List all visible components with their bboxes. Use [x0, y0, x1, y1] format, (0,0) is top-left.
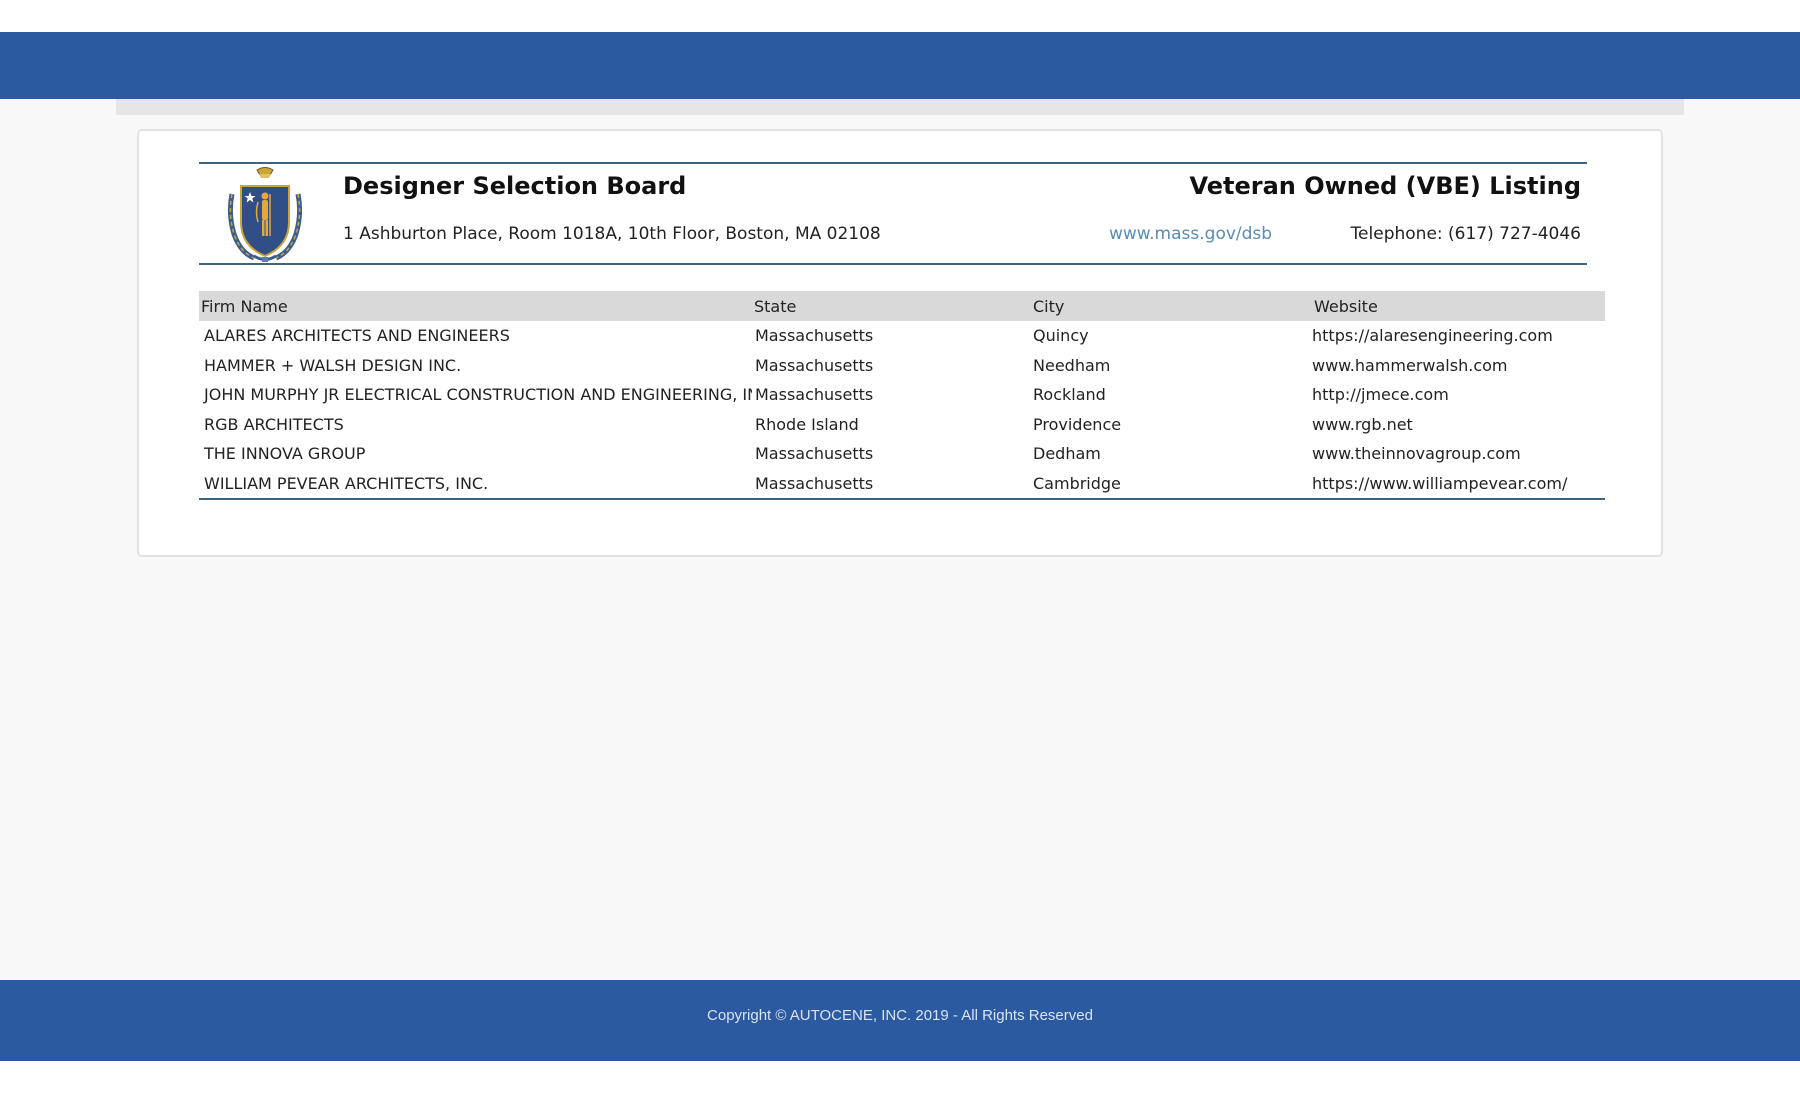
- table-row: ALARES ARCHITECTS AND ENGINEERS Massachu…: [199, 321, 1605, 351]
- table-row: HAMMER + WALSH DESIGN INC. Massachusetts…: [199, 351, 1605, 381]
- table-row: WILLIAM PEVEAR ARCHITECTS, INC. Massachu…: [199, 468, 1605, 500]
- org-title: Designer Selection Board: [343, 172, 687, 200]
- firm-name-cell: HAMMER + WALSH DESIGN INC.: [204, 355, 462, 375]
- city-cell: Quincy: [1033, 326, 1089, 346]
- website-cell: www.hammerwalsh.com: [1312, 355, 1508, 375]
- report-header: Designer Selection Board Veteran Owned (…: [199, 162, 1587, 265]
- state-cell: Massachusetts: [755, 355, 874, 375]
- copyright-text: Copyright © AUTOCENE, INC. 2019 - All Ri…: [707, 1007, 1093, 1024]
- website-cell: https://www.williampevear.com/: [1309, 468, 1605, 500]
- top-margin: [0, 0, 1800, 32]
- state-cell: Massachusetts: [755, 326, 874, 346]
- address: 1 Ashburton Place, Room 1018A, 10th Floo…: [343, 224, 881, 244]
- city-cell: Rockland: [1033, 385, 1106, 405]
- firm-name-cell: WILLIAM PEVEAR ARCHITECTS, INC.: [199, 468, 752, 500]
- website-cell: www.rgb.net: [1312, 414, 1413, 434]
- state-cell: Rhode Island: [755, 414, 859, 434]
- column-header-website: Website: [1309, 291, 1605, 321]
- column-header-state: State: [752, 291, 1030, 321]
- website-cell: http://jmece.com: [1312, 385, 1449, 405]
- website-cell: www.theinnovagroup.com: [1312, 444, 1521, 464]
- state-cell: Massachusetts: [752, 468, 1030, 500]
- website-cell: https://alaresengineering.com: [1312, 326, 1553, 346]
- table-row: JOHN MURPHY JR ELECTRICAL CONSTRUCTION A…: [199, 380, 1605, 410]
- header-underline-strip: [116, 99, 1684, 115]
- column-header-firm-name: Firm Name: [199, 291, 752, 321]
- bottom-margin: [0, 1061, 1800, 1093]
- state-cell: Massachusetts: [755, 444, 874, 464]
- massachusetts-seal-icon: [227, 167, 303, 262]
- vbe-listing-table: Firm Name State City Website ALARES ARCH…: [199, 291, 1605, 500]
- footer-bar: Copyright © AUTOCENE, INC. 2019 - All Ri…: [0, 980, 1800, 1061]
- table-row: RGB ARCHITECTS Rhode Island Providence w…: [199, 410, 1605, 440]
- city-cell: Providence: [1033, 414, 1122, 434]
- firm-name-cell: RGB ARCHITECTS: [204, 414, 344, 434]
- city-cell: Cambridge: [1030, 468, 1309, 500]
- state-cell: Massachusetts: [755, 385, 874, 405]
- top-header-bar: [0, 32, 1800, 99]
- table-row: THE INNOVA GROUP Massachusetts Dedham ww…: [199, 439, 1605, 469]
- dsb-website-link[interactable]: www.mass.gov/dsb: [1109, 224, 1272, 244]
- city-cell: Needham: [1033, 355, 1111, 375]
- city-cell: Dedham: [1033, 444, 1101, 464]
- firm-name-cell: JOHN MURPHY JR ELECTRICAL CONSTRUCTION A…: [204, 385, 752, 405]
- table-header-row: Firm Name State City Website: [199, 291, 1605, 321]
- firm-name-cell: ALARES ARCHITECTS AND ENGINEERS: [204, 326, 510, 346]
- listing-title: Veteran Owned (VBE) Listing: [1189, 172, 1581, 200]
- telephone: Telephone: (617) 727-4046: [1350, 224, 1581, 244]
- firm-name-cell: THE INNOVA GROUP: [204, 444, 366, 464]
- column-header-city: City: [1030, 291, 1309, 321]
